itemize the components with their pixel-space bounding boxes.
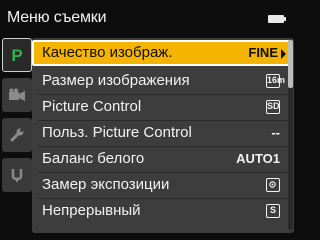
picture-control-standard-icon: SD — [266, 100, 280, 114]
menu-item-picture-control[interactable]: Picture Control SD — [32, 94, 294, 120]
menu-header: Меню съемки — [0, 0, 300, 36]
wrench-icon — [10, 128, 24, 142]
image-quality-value: FINE — [248, 45, 278, 60]
single-frame-icon: S — [266, 204, 280, 218]
menu-item-image-size[interactable]: Размер изображения 16m — [32, 68, 294, 94]
menu-item-image-quality[interactable]: Качество изображ. FINE — [32, 40, 290, 66]
menu-item-label: Замер экспозиции — [42, 176, 170, 193]
image-size-icon: 16m — [266, 74, 285, 88]
menu-tab-strip: P — [2, 38, 32, 233]
menu-item-metering[interactable]: Замер экспозиции — [32, 172, 294, 198]
menu-item-label: Непрерывный — [42, 202, 141, 219]
menu-item-label: Качество изображ. — [42, 44, 173, 61]
scrollbar-thumb[interactable] — [288, 40, 293, 88]
tab-shooting-menu[interactable]: P — [2, 38, 32, 72]
menu-item-label: Польз. Picture Control — [42, 124, 192, 141]
tab-setup-menu[interactable] — [2, 118, 32, 152]
menu-item-white-balance[interactable]: Баланс белого AUTO1 — [32, 146, 294, 172]
shooting-mode-icon: P — [11, 45, 23, 65]
tab-custom-menu[interactable] — [2, 158, 32, 192]
matrix-metering-icon — [266, 178, 280, 192]
pencil-icon — [11, 169, 23, 182]
battery-full-icon — [268, 15, 286, 23]
menu-title: Меню съемки — [7, 9, 107, 26]
menu-item-label: Размер изображения — [42, 72, 190, 89]
movie-camera-icon — [9, 88, 25, 101]
menu-list: Качество изображ. FINE Размер изображени… — [32, 38, 294, 233]
menu-item-continuous[interactable]: Непрерывный S — [32, 198, 294, 224]
menu-scrollbar[interactable] — [288, 40, 293, 230]
custom-picture-control-value: -- — [271, 125, 280, 140]
tab-movie-menu[interactable] — [2, 78, 32, 112]
white-balance-value: AUTO1 — [236, 151, 280, 166]
menu-item-label: Picture Control — [42, 98, 142, 115]
camera-menu-screen: Меню съемки P Качество изображ. FINE Раз… — [0, 0, 300, 240]
chevron-right-icon — [281, 49, 286, 59]
menu-item-custom-picture-control[interactable]: Польз. Picture Control -- — [32, 120, 294, 146]
menu-item-label: Баланс белого — [42, 150, 145, 167]
